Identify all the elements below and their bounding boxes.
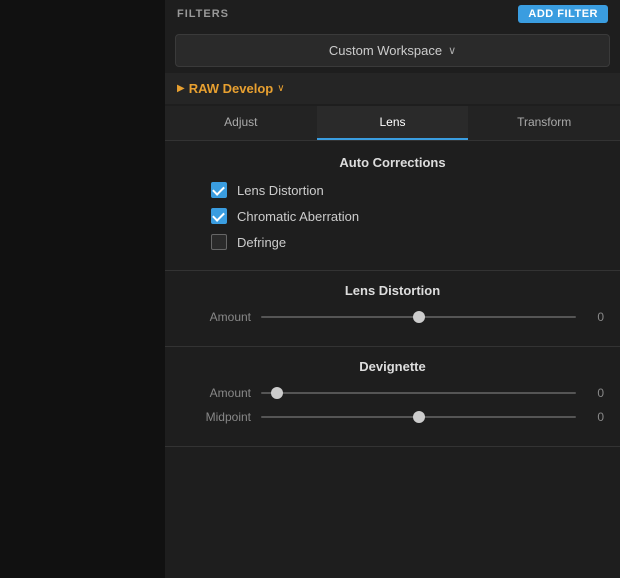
lens-distortion-row: Lens Distortion xyxy=(181,182,604,198)
devignette-section-title: Devignette xyxy=(181,359,604,374)
workspace-selector[interactable]: Custom Workspace ∨ xyxy=(175,34,610,67)
chromatic-aberration-row: Chromatic Aberration xyxy=(181,208,604,224)
dv-amount-row: Amount 0 xyxy=(181,386,604,400)
sidebar xyxy=(0,0,165,578)
dv-midpoint-label: Midpoint xyxy=(181,410,251,424)
ld-amount-thumb[interactable] xyxy=(413,311,425,323)
dv-amount-track xyxy=(261,392,576,394)
raw-develop-section-header[interactable]: ▶ RAW Develop ∨ xyxy=(165,73,620,104)
workspace-chevron-icon: ∨ xyxy=(448,44,456,57)
main-panel: FILTERS ADD FILTER Custom Workspace ∨ ▶ … xyxy=(165,0,620,578)
tab-adjust[interactable]: Adjust xyxy=(165,106,317,140)
lens-distortion-section-title: Lens Distortion xyxy=(181,283,604,298)
panel-title: FILTERS xyxy=(177,8,229,20)
devignette-section: Devignette Amount 0 Midpoint xyxy=(165,347,620,447)
lens-distortion-checkbox-label: Lens Distortion xyxy=(237,183,324,198)
dv-midpoint-track-container[interactable] xyxy=(261,415,576,419)
auto-corrections-title: Auto Corrections xyxy=(181,155,604,170)
raw-develop-arrow-icon: ▶ xyxy=(177,83,185,94)
dv-amount-track-container[interactable] xyxy=(261,391,576,395)
chromatic-aberration-checkbox[interactable] xyxy=(211,208,227,224)
lens-distortion-section: Lens Distortion Amount 0 xyxy=(165,271,620,347)
ld-amount-track xyxy=(261,316,576,318)
panel-header: FILTERS ADD FILTER xyxy=(165,0,620,28)
tab-content: Auto Corrections Lens Distortion Chromat… xyxy=(165,141,620,578)
tab-lens[interactable]: Lens xyxy=(317,106,469,140)
tab-transform[interactable]: Transform xyxy=(468,106,620,140)
defringe-row: Defringe xyxy=(181,234,604,250)
workspace-label: Custom Workspace xyxy=(329,43,442,58)
ld-amount-track-container[interactable] xyxy=(261,315,576,319)
raw-develop-chevron-icon: ∨ xyxy=(277,83,284,94)
dv-amount-label: Amount xyxy=(181,386,251,400)
dv-midpoint-value: 0 xyxy=(584,410,604,424)
auto-corrections-section: Auto Corrections Lens Distortion Chromat… xyxy=(165,141,620,271)
dv-midpoint-row: Midpoint 0 xyxy=(181,410,604,424)
dv-amount-value: 0 xyxy=(584,386,604,400)
dv-midpoint-thumb[interactable] xyxy=(413,411,425,423)
chromatic-aberration-checkbox-label: Chromatic Aberration xyxy=(237,209,359,224)
ld-amount-value: 0 xyxy=(584,310,604,324)
defringe-checkbox-label: Defringe xyxy=(237,235,286,250)
ld-amount-label: Amount xyxy=(181,310,251,324)
dv-amount-thumb[interactable] xyxy=(271,387,283,399)
raw-develop-label: RAW Develop xyxy=(189,81,274,96)
tabs-bar: Adjust Lens Transform xyxy=(165,106,620,141)
dv-midpoint-track xyxy=(261,416,576,418)
add-filter-button[interactable]: ADD FILTER xyxy=(518,5,608,23)
defringe-checkbox[interactable] xyxy=(211,234,227,250)
lens-distortion-checkbox[interactable] xyxy=(211,182,227,198)
ld-amount-row: Amount 0 xyxy=(181,310,604,324)
